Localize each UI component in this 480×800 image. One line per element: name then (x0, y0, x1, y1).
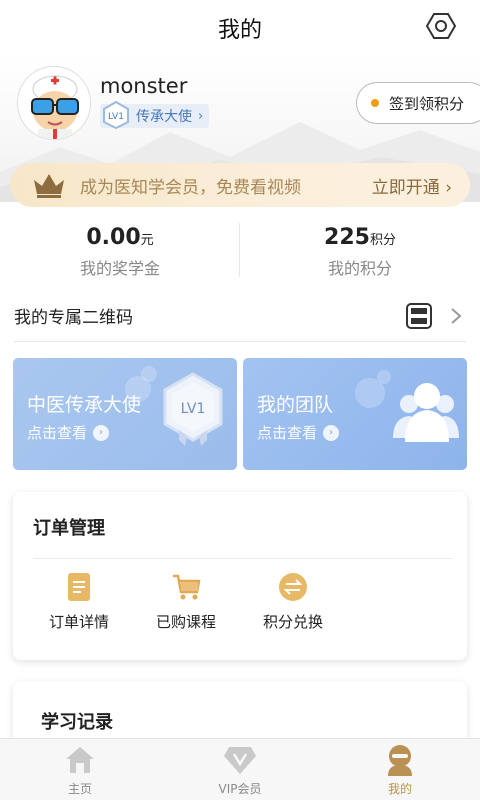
team-card-link-text: 点击查看 (257, 424, 318, 442)
level-name: 传承大使 (136, 109, 192, 125)
purchased-courses-label: 已购课程 (155, 613, 216, 631)
qr-code-label: 我的专属二维码 (14, 308, 133, 328)
vip-text: 成为医知学会员，免费看视频 (80, 177, 301, 198)
cart-icon (173, 574, 201, 600)
avatar[interactable] (17, 66, 91, 140)
stats-row: 0.00元 我的奖学金 225积分 我的积分 (0, 217, 480, 285)
scholarship-stat[interactable]: 0.00元 我的奖学金 (0, 217, 240, 285)
profile-icon (388, 745, 412, 776)
home-icon (66, 747, 94, 773)
signin-dot (371, 99, 379, 107)
vip-icon (224, 747, 256, 774)
profile-page: 我的 monster LV1 传承大使 › 签到领积分 成为医知学会员，免费看视… (0, 0, 480, 800)
vip-banner[interactable]: 成为医知学会员，免费看视频 立即开通 › (10, 163, 470, 207)
heritage-card-title: 中医传承大使 (27, 394, 142, 416)
signin-button[interactable]: 签到领积分 (356, 82, 480, 124)
orders-divider (33, 558, 453, 559)
points-value-line: 225积分 (240, 225, 480, 250)
team-card-title: 我的团队 (257, 394, 334, 416)
heritage-card-link-text: 点击查看 (27, 424, 88, 442)
order-management-card: 订单管理 订单详情 已购课程 积分兑换 (13, 492, 467, 660)
team-people-icon (393, 383, 459, 442)
qr-code-row[interactable]: 我的专属二维码 (14, 290, 466, 342)
settings-icon[interactable] (426, 11, 456, 41)
level-tag[interactable]: LV1 传承大使 › (100, 101, 210, 129)
medal-level-text: LV1 (181, 401, 206, 417)
tab-vip-label: VIP会员 (218, 782, 262, 796)
points-unit: 积分 (369, 233, 396, 248)
doctor-avatar-icon (18, 67, 90, 139)
points-label: 我的积分 (327, 259, 392, 278)
my-team-card[interactable]: 我的团队 点击查看 › (243, 358, 467, 470)
order-detail-label: 订单详情 (48, 613, 109, 631)
arrow-circle-icon: › (93, 424, 110, 441)
points-exchange-label: 积分兑换 (262, 613, 323, 631)
tab-mine[interactable]: 我的 (320, 739, 480, 800)
tab-home-label: 主页 (67, 782, 92, 796)
scholarship-label: 我的奖学金 (79, 259, 160, 278)
order-detail-item[interactable]: 订单详情 (29, 572, 129, 632)
level-medal-icon: LV1 (163, 372, 223, 446)
points-stat[interactable]: 225积分 我的积分 (240, 217, 480, 285)
bottom-tab-bar: 主页 VIP会员 我的 (0, 738, 480, 800)
scholarship-value: 0.00 (86, 225, 141, 250)
order-management-title: 订单管理 (33, 518, 105, 539)
order-detail-icon (68, 573, 90, 601)
stats-divider (239, 223, 240, 277)
arrow-circle-icon: › (323, 424, 340, 441)
scholarship-unit: 元 (140, 233, 154, 248)
study-record-title: 学习记录 (41, 712, 113, 733)
username: monster (100, 74, 188, 98)
exchange-icon (279, 573, 307, 601)
points-exchange-item[interactable]: 积分兑换 (243, 572, 343, 632)
card-bubble (141, 366, 157, 382)
qr-code-icon (406, 302, 432, 329)
tab-mine-label: 我的 (387, 782, 412, 796)
points-value: 225 (324, 225, 370, 250)
level-badge-text: LV1 (108, 112, 124, 122)
chevron-right-icon (451, 307, 462, 324)
top-bar: 我的 (0, 0, 480, 52)
heritage-ambassador-card[interactable]: 中医传承大使 点击查看 › LV1 (13, 358, 237, 470)
purchased-courses-item[interactable]: 已购课程 (136, 572, 236, 632)
level-badge-icon: LV1 (103, 101, 129, 129)
vip-open-link[interactable]: 立即开通 › (372, 173, 452, 198)
crown-icon (34, 174, 64, 198)
scholarship-value-line: 0.00元 (0, 225, 240, 250)
signin-label: 签到领积分 (389, 94, 465, 113)
tab-home[interactable]: 主页 (0, 739, 160, 800)
team-card-link[interactable]: 点击查看 › (257, 422, 340, 443)
level-arrow: › (198, 108, 204, 124)
heritage-card-link[interactable]: 点击查看 › (27, 422, 110, 443)
page-title: 我的 (217, 18, 262, 43)
tab-vip[interactable]: VIP会员 (160, 739, 320, 800)
